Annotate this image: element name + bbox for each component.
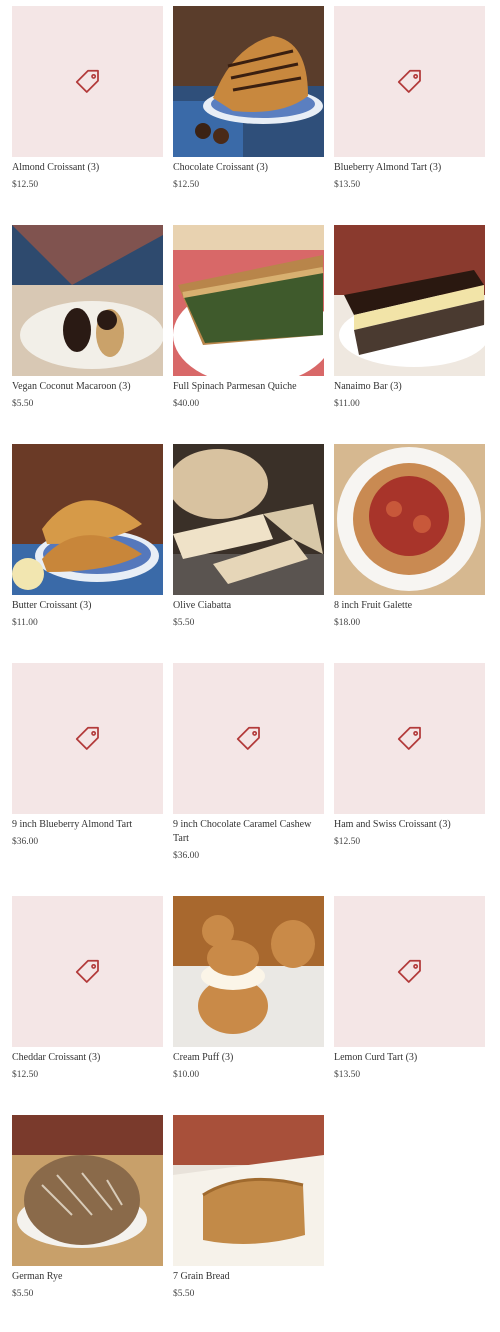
product-name[interactable]: Nanaimo Bar (3) <box>334 380 485 394</box>
ciabatta-photo[interactable] <box>173 444 324 595</box>
product-name[interactable]: 9 inch Chocolate Caramel Cashew Tart <box>173 818 324 846</box>
product-name[interactable]: 7 Grain Bread <box>173 1270 324 1284</box>
product-name[interactable]: Vegan Coconut Macaroon (3) <box>12 380 163 394</box>
product-card[interactable]: Butter Croissant (3) $11.00 <box>12 444 163 629</box>
tag-icon <box>75 69 99 93</box>
product-name[interactable]: Cheddar Croissant (3) <box>12 1051 163 1065</box>
product-name[interactable]: Ham and Swiss Croissant (3) <box>334 818 485 832</box>
product-card[interactable]: 8 inch Fruit Galette $18.00 <box>334 444 485 629</box>
product-price: $12.50 <box>173 180 200 190</box>
product-card[interactable]: Cheddar Croissant (3) $12.50 <box>12 896 163 1081</box>
product-price: $5.50 <box>173 1289 195 1299</box>
product-card[interactable]: 7 Grain Bread $5.50 <box>173 1115 324 1300</box>
quiche-photo[interactable] <box>173 225 324 376</box>
nanaimo-bar-photo[interactable] <box>334 225 485 376</box>
product-price: $11.00 <box>334 399 360 409</box>
product-price: $11.00 <box>12 618 38 628</box>
product-name[interactable]: Cream Puff (3) <box>173 1051 324 1065</box>
placeholder-image[interactable] <box>12 896 163 1047</box>
chocolate-croissant-photo[interactable] <box>173 6 324 157</box>
product-card[interactable]: Lemon Curd Tart (3) $13.50 <box>334 896 485 1081</box>
product-card[interactable]: Cream Puff (3) $10.00 <box>173 896 324 1081</box>
product-card[interactable]: Full Spinach Parmesan Quiche $40.00 <box>173 225 324 410</box>
product-name[interactable]: German Rye <box>12 1270 163 1284</box>
product-card[interactable]: 9 inch Blueberry Almond Tart $36.00 <box>12 663 163 848</box>
macaroon-photo[interactable] <box>12 225 163 376</box>
tag-icon <box>397 726 421 750</box>
product-name[interactable]: Blueberry Almond Tart (3) <box>334 161 485 175</box>
cream-puff-photo[interactable] <box>173 896 324 1047</box>
placeholder-image[interactable] <box>334 663 485 814</box>
tag-icon <box>236 726 260 750</box>
tag-icon <box>75 726 99 750</box>
product-price: $5.50 <box>173 618 195 628</box>
tag-icon <box>75 959 99 983</box>
fruit-galette-photo[interactable] <box>334 444 485 595</box>
placeholder-image[interactable] <box>12 6 163 157</box>
tag-icon <box>397 69 421 93</box>
product-price: $18.00 <box>334 618 361 628</box>
product-price: $12.50 <box>12 1070 39 1080</box>
grain-bread-photo[interactable] <box>173 1115 324 1266</box>
product-name[interactable]: Butter Croissant (3) <box>12 599 163 613</box>
product-price: $13.50 <box>334 180 361 190</box>
product-name[interactable]: Chocolate Croissant (3) <box>173 161 324 175</box>
product-name[interactable]: Almond Croissant (3) <box>12 161 163 175</box>
product-card[interactable]: Nanaimo Bar (3) $11.00 <box>334 225 485 410</box>
product-price: $36.00 <box>173 851 200 861</box>
placeholder-image[interactable] <box>334 896 485 1047</box>
product-card[interactable]: Chocolate Croissant (3) $12.50 <box>173 6 324 191</box>
product-price: $36.00 <box>12 837 39 847</box>
placeholder-image[interactable] <box>173 663 324 814</box>
product-price: $40.00 <box>173 399 200 409</box>
product-card[interactable]: Vegan Coconut Macaroon (3) $5.50 <box>12 225 163 410</box>
butter-croissant-photo[interactable] <box>12 444 163 595</box>
product-card[interactable]: German Rye $5.50 <box>12 1115 163 1300</box>
product-card[interactable]: Olive Ciabatta $5.50 <box>173 444 324 629</box>
product-name[interactable]: 8 inch Fruit Galette <box>334 599 485 613</box>
placeholder-image[interactable] <box>334 6 485 157</box>
product-name[interactable]: Full Spinach Parmesan Quiche <box>173 380 324 394</box>
product-price: $5.50 <box>12 399 34 409</box>
product-card[interactable]: Blueberry Almond Tart (3) $13.50 <box>334 6 485 191</box>
product-name[interactable]: Lemon Curd Tart (3) <box>334 1051 485 1065</box>
product-price: $12.50 <box>334 837 361 847</box>
product-card[interactable]: 9 inch Chocolate Caramel Cashew Tart $36… <box>173 663 324 862</box>
product-card[interactable]: Ham and Swiss Croissant (3) $12.50 <box>334 663 485 848</box>
german-rye-photo[interactable] <box>12 1115 163 1266</box>
product-price: $5.50 <box>12 1289 34 1299</box>
product-price: $13.50 <box>334 1070 361 1080</box>
product-card[interactable]: Almond Croissant (3) $12.50 <box>12 6 163 191</box>
tag-icon <box>397 959 421 983</box>
product-name[interactable]: 9 inch Blueberry Almond Tart <box>12 818 163 832</box>
placeholder-image[interactable] <box>12 663 163 814</box>
product-price: $10.00 <box>173 1070 200 1080</box>
product-price: $12.50 <box>12 180 39 190</box>
product-name[interactable]: Olive Ciabatta <box>173 599 324 613</box>
